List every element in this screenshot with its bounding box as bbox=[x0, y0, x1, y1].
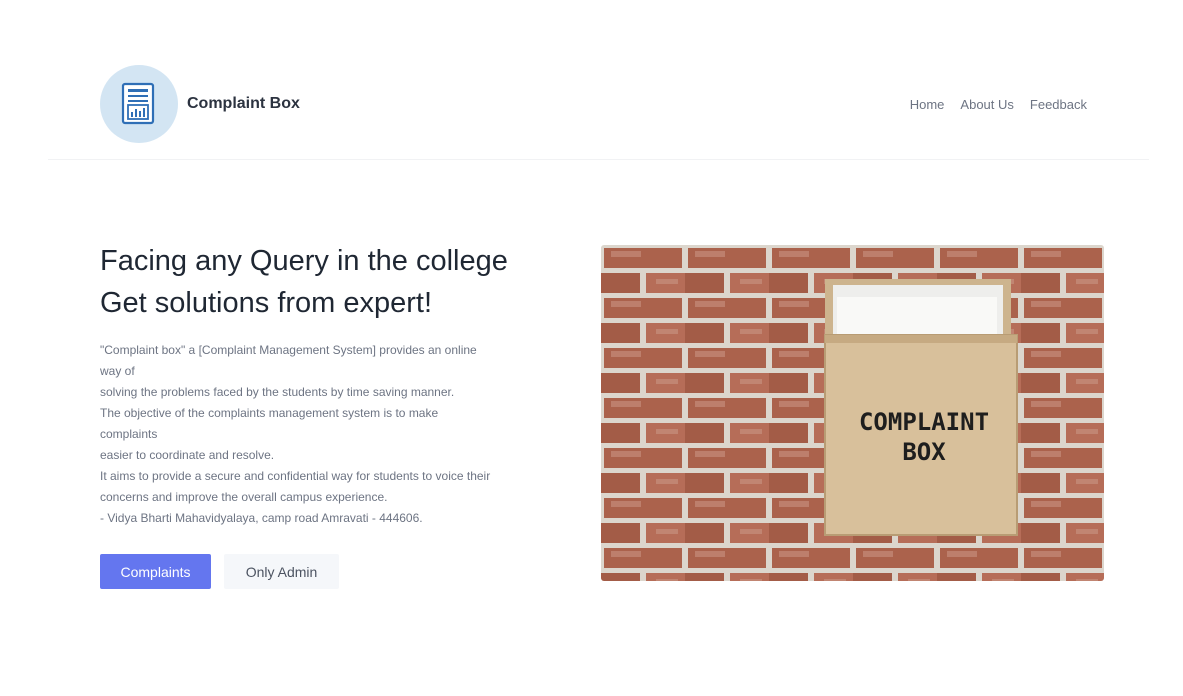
box-label-line: BOX bbox=[902, 438, 946, 466]
nav-link-about-us[interactable]: About Us bbox=[960, 97, 1013, 112]
nav-link-home[interactable]: Home bbox=[910, 97, 945, 112]
description-line: "Complaint box" a [Complaint Management … bbox=[100, 343, 477, 357]
description-line: - Vidya Bharti Mahavidyalaya, camp road … bbox=[100, 511, 423, 525]
logo bbox=[100, 65, 178, 143]
brand-link[interactable]: Complaint Box bbox=[100, 65, 300, 143]
description-line: solving the problems faced by the studen… bbox=[100, 385, 455, 399]
description-line: concerns and improve the overall campus … bbox=[100, 490, 388, 504]
nav-link-feedback[interactable]: Feedback bbox=[1030, 97, 1087, 112]
description-line: easier to coordinate and resolve. bbox=[100, 448, 275, 462]
hero-title-line: Facing any Query in the college bbox=[100, 245, 508, 277]
hero-title-line: Get solutions from expert! bbox=[100, 287, 433, 319]
page: Complaint Box Home About Us Feedback Fac… bbox=[0, 0, 1183, 696]
hero-image: COMPLAINT BOX bbox=[601, 245, 1104, 581]
description-line: The objective of the complaints manageme… bbox=[100, 406, 439, 420]
main-nav: Home About Us Feedback bbox=[910, 97, 1087, 112]
hero-description: "Complaint box" a [Complaint Management … bbox=[100, 340, 530, 529]
brand-name: Complaint Box bbox=[187, 95, 300, 112]
hero-title: Facing any Query in the college Get solu… bbox=[100, 240, 508, 324]
description-line: way of bbox=[100, 364, 135, 378]
complaints-button[interactable]: Complaints bbox=[100, 554, 211, 589]
site-header: Complaint Box Home About Us Feedback bbox=[48, 0, 1149, 160]
only-admin-button[interactable]: Only Admin bbox=[224, 554, 339, 589]
description-line: complaints bbox=[100, 427, 158, 441]
document-chart-icon bbox=[121, 82, 155, 125]
complaint-box-on-brick-wall-image: COMPLAINT BOX bbox=[601, 245, 1104, 581]
description-line: It aims to provide a secure and confiden… bbox=[100, 469, 491, 483]
box-label-line: COMPLAINT bbox=[859, 408, 989, 436]
